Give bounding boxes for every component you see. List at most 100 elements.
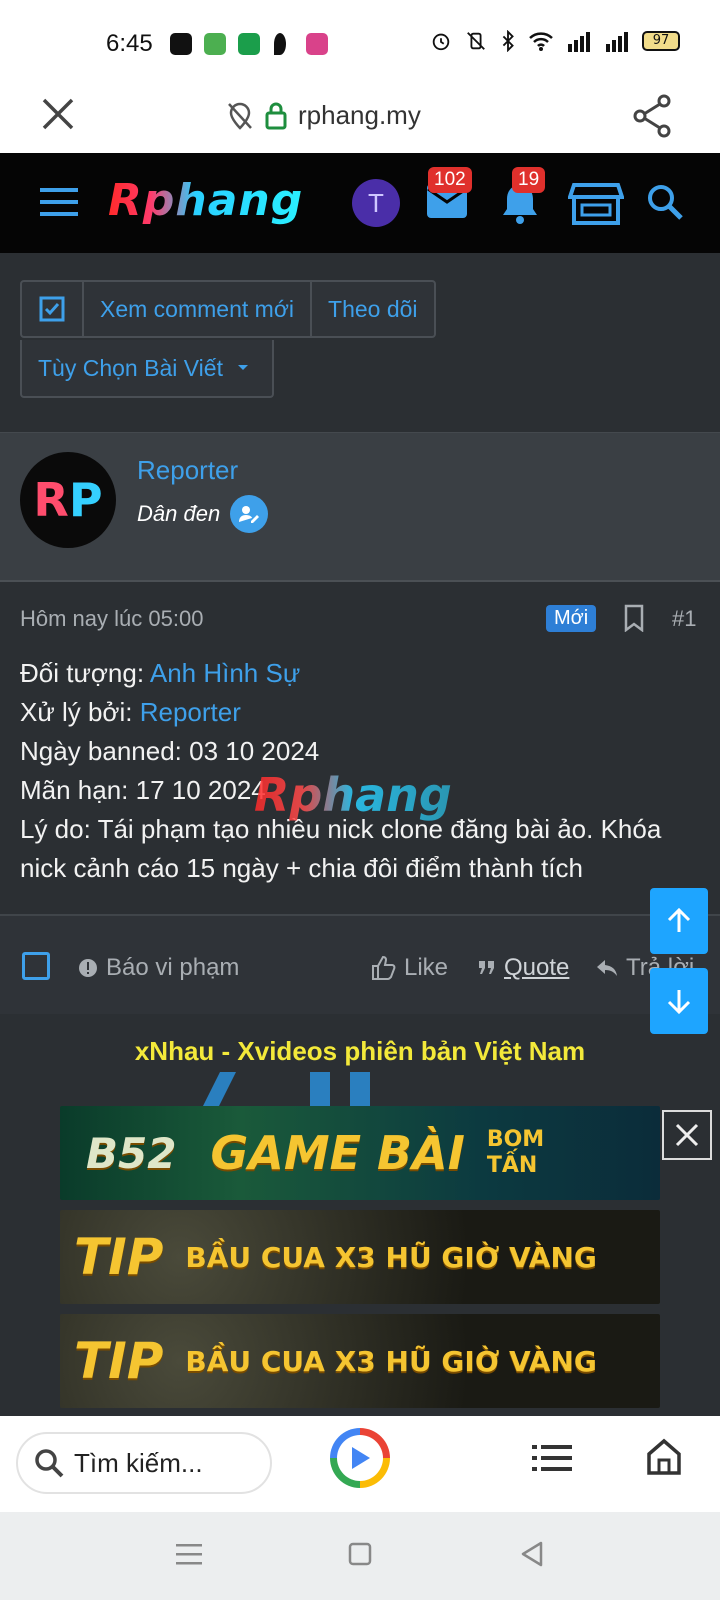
close-ads-button[interactable]: [662, 1110, 712, 1160]
post-number[interactable]: #1: [672, 606, 696, 632]
caret-down-icon: [237, 365, 248, 370]
url-display[interactable]: rphang.my: [226, 100, 421, 131]
play-icon: [352, 1447, 370, 1469]
close-icon: [675, 1123, 699, 1147]
banner-tip-1-brand: TIP: [74, 1228, 164, 1286]
new-badge: Mới: [546, 605, 597, 632]
media-play-button[interactable]: [330, 1428, 390, 1488]
thread-controls: Xem comment mới Theo dõi Tùy Chọn Bài Vi…: [20, 280, 436, 398]
ad-banner-tip-2[interactable]: TIP BẦU CUA X3 HŨ GIỜ VÀNG: [60, 1314, 660, 1408]
promo-title[interactable]: xNhau - Xvideos phiên bản Việt Nam: [0, 1036, 720, 1067]
store-icon[interactable]: [568, 181, 624, 227]
banner-b52-brand: B52: [86, 1128, 177, 1178]
bluetooth-icon: [502, 30, 514, 52]
bookmark-icon[interactable]: [623, 604, 645, 632]
thread-button-row: Xem comment mới Theo dõi: [20, 280, 436, 338]
system-navigation-bar: [0, 1512, 720, 1600]
banner-tip-2-brand: TIP: [74, 1332, 164, 1390]
menu-icon[interactable]: [40, 186, 78, 218]
alarm-icon: [432, 33, 450, 51]
home-nav-icon[interactable]: [348, 1542, 372, 1566]
location-icon: [274, 33, 286, 55]
back-nav-icon[interactable]: [520, 1540, 544, 1568]
home-icon[interactable]: [646, 1438, 682, 1476]
tracking-off-icon: [228, 102, 252, 130]
android-notification-icon: [204, 33, 226, 55]
arrow-down-icon: [667, 990, 691, 1015]
handler-link[interactable]: Reporter: [140, 697, 241, 727]
post-user-block: RP Reporter Dân đen: [0, 432, 720, 582]
banner-b52-sub1: BOM: [486, 1127, 545, 1152]
status-time: 6:45: [106, 30, 153, 57]
share-icon[interactable]: [632, 94, 672, 138]
app-notification-icon: [170, 33, 192, 55]
browser-bottom-bar: Tìm kiếm...: [0, 1416, 720, 1512]
select-thread-button[interactable]: [22, 282, 84, 336]
banner-tip-2-text: BẦU CUA X3 HŨ GIỜ VÀNG: [185, 1344, 597, 1378]
report-button[interactable]: Báo vi phạm: [78, 954, 239, 982]
like-button[interactable]: Like: [370, 954, 448, 982]
post-timestamp[interactable]: Hôm nay lúc 05:00: [20, 606, 203, 632]
play-inner: [337, 1435, 383, 1481]
view-new-comments-button[interactable]: Xem comment mới: [84, 282, 313, 336]
shield-notification-icon: [238, 33, 260, 55]
post-author-name[interactable]: Reporter: [137, 455, 238, 486]
quote-icon: [479, 961, 494, 974]
banner-tip-1-text: BẦU CUA X3 HŨ GIỜ VÀNG: [185, 1240, 597, 1274]
select-post-checkbox[interactable]: [22, 952, 50, 980]
report-label: Báo vi phạm: [106, 954, 240, 981]
messages-badge: 102: [428, 167, 472, 193]
lock-icon: [265, 102, 287, 129]
banner-b52-text: GAME BÀI: [210, 1126, 465, 1180]
arrow-up-icon: [667, 907, 691, 932]
quote-button[interactable]: Quote: [478, 954, 569, 982]
post-options-label: Tùy Chọn Bài Viết: [38, 354, 223, 381]
list-icon[interactable]: [532, 1442, 572, 1474]
handler-label: Xử lý bởi:: [20, 697, 140, 727]
scroll-top-button[interactable]: [650, 888, 708, 954]
wifi-icon: [529, 32, 553, 51]
target-link[interactable]: Anh Hình Sự: [150, 658, 300, 688]
signal-2-icon: [606, 32, 628, 52]
recent-apps-icon[interactable]: [176, 1542, 202, 1566]
vibrate-off-icon: [467, 32, 485, 50]
url-text: rphang.my: [298, 100, 421, 130]
post-line-handler: Xử lý bởi: Reporter: [20, 693, 710, 732]
search-placeholder: Tìm kiếm...: [74, 1447, 203, 1478]
target-label: Đối tượng:: [20, 658, 150, 688]
post-author-avatar[interactable]: RP: [20, 452, 116, 548]
thumbs-up-icon: [372, 955, 396, 980]
scroll-bottom-button[interactable]: [650, 968, 708, 1034]
site-logo[interactable]: Rphang: [108, 175, 303, 226]
status-right: 97: [430, 30, 680, 52]
user-avatar[interactable]: T: [352, 179, 400, 227]
alert-circle-icon: [79, 959, 97, 977]
alerts-badge: 19: [512, 167, 546, 193]
status-bar: 6:45 97: [0, 0, 720, 80]
search-icon: [35, 1449, 64, 1478]
post-options-button[interactable]: Tùy Chọn Bài Viết: [20, 340, 274, 398]
signal-icon: [568, 32, 590, 52]
search-field[interactable]: Tìm kiếm...: [16, 1432, 272, 1494]
close-icon[interactable]: [38, 94, 78, 134]
avatar-letter-p: P: [68, 473, 103, 527]
post-line-ban-date: Ngày banned: 03 10 2024: [20, 736, 320, 766]
like-label: Like: [404, 954, 449, 981]
reply-icon: [597, 960, 617, 976]
ad-banner-tip-1[interactable]: TIP BẦU CUA X3 HŨ GIỜ VÀNG: [60, 1210, 660, 1304]
browser-url-bar: rphang.my: [0, 80, 720, 153]
post-line-target: Đối tượng: Anh Hình Sự: [20, 654, 710, 693]
watermark-logo: Rphang: [254, 768, 452, 822]
checkbox-checked-icon: [39, 296, 65, 322]
site-header: Rphang T 102 19: [0, 153, 720, 253]
banner-b52-sub2: TẤN: [486, 1153, 538, 1178]
verified-user-icon: [230, 495, 269, 533]
search-icon[interactable]: [646, 183, 684, 221]
follow-button[interactable]: Theo dõi: [312, 282, 434, 336]
battery-indicator: 97: [642, 31, 680, 51]
post-actions: Báo vi phạm Like Quote Trả lời: [0, 914, 720, 1014]
ad-banner-b52[interactable]: B52 GAME BÀI BOM TẤN: [60, 1106, 660, 1200]
avatar-letter-r: R: [33, 473, 69, 527]
user-title-text: Dân đen: [137, 501, 221, 526]
quote-label: Quote: [504, 954, 570, 981]
